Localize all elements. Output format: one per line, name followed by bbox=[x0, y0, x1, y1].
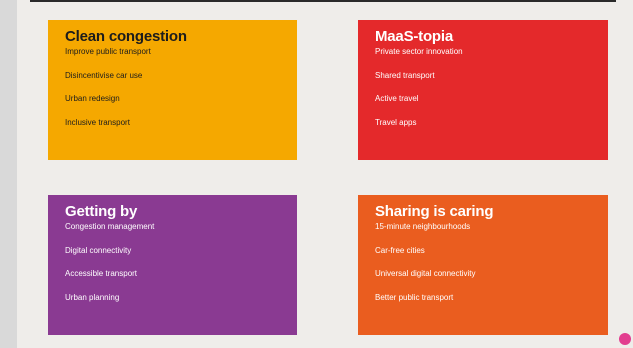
card-item-list: Improve public transport Disincentivise … bbox=[65, 48, 297, 127]
list-item: 15-minute neighbourhoods bbox=[375, 222, 471, 231]
card-title: MaaS-topia bbox=[375, 28, 454, 45]
list-item: Urban redesign bbox=[65, 94, 120, 103]
card-item-list: Private sector innovation Shared transpo… bbox=[375, 48, 608, 127]
list-item: Car-free cities bbox=[375, 245, 425, 255]
list-item: Active travel bbox=[375, 94, 419, 103]
card-title: Getting by bbox=[65, 203, 138, 220]
top-divider bbox=[30, 0, 616, 2]
list-item: Accessible transport bbox=[65, 269, 138, 278]
list-item: Universal digital connectivity bbox=[375, 269, 476, 278]
card-clean-congestion: Clean congestion Improve public transpor… bbox=[48, 20, 297, 160]
list-item: Inclusive transport bbox=[65, 117, 130, 127]
list-item: Improve public transport bbox=[65, 47, 151, 56]
card-item-list: Congestion management Digital connectivi… bbox=[65, 223, 297, 302]
list-item: Digital connectivity bbox=[65, 245, 132, 255]
list-item: Shared transport bbox=[375, 70, 435, 80]
list-item: Better public transport bbox=[375, 292, 454, 302]
list-item: Congestion management bbox=[65, 222, 155, 231]
card-title: Clean congestion bbox=[65, 28, 187, 45]
list-item: Private sector innovation bbox=[375, 47, 463, 56]
card-title: Sharing is caring bbox=[375, 203, 494, 220]
card-item-list: 15-minute neighbourhoods Car-free cities… bbox=[375, 223, 608, 302]
list-item: Travel apps bbox=[375, 117, 417, 127]
list-item: Urban planning bbox=[65, 292, 120, 302]
list-item: Disincentivise car use bbox=[65, 70, 143, 80]
card-sharing-is-caring: Sharing is caring 15-minute neighbourhoo… bbox=[358, 195, 608, 335]
card-maas-topia: MaaS-topia Private sector innovation Sha… bbox=[358, 20, 608, 160]
pink-dot-icon[interactable] bbox=[619, 333, 631, 345]
card-getting-by: Getting by Congestion management Digital… bbox=[48, 195, 297, 335]
